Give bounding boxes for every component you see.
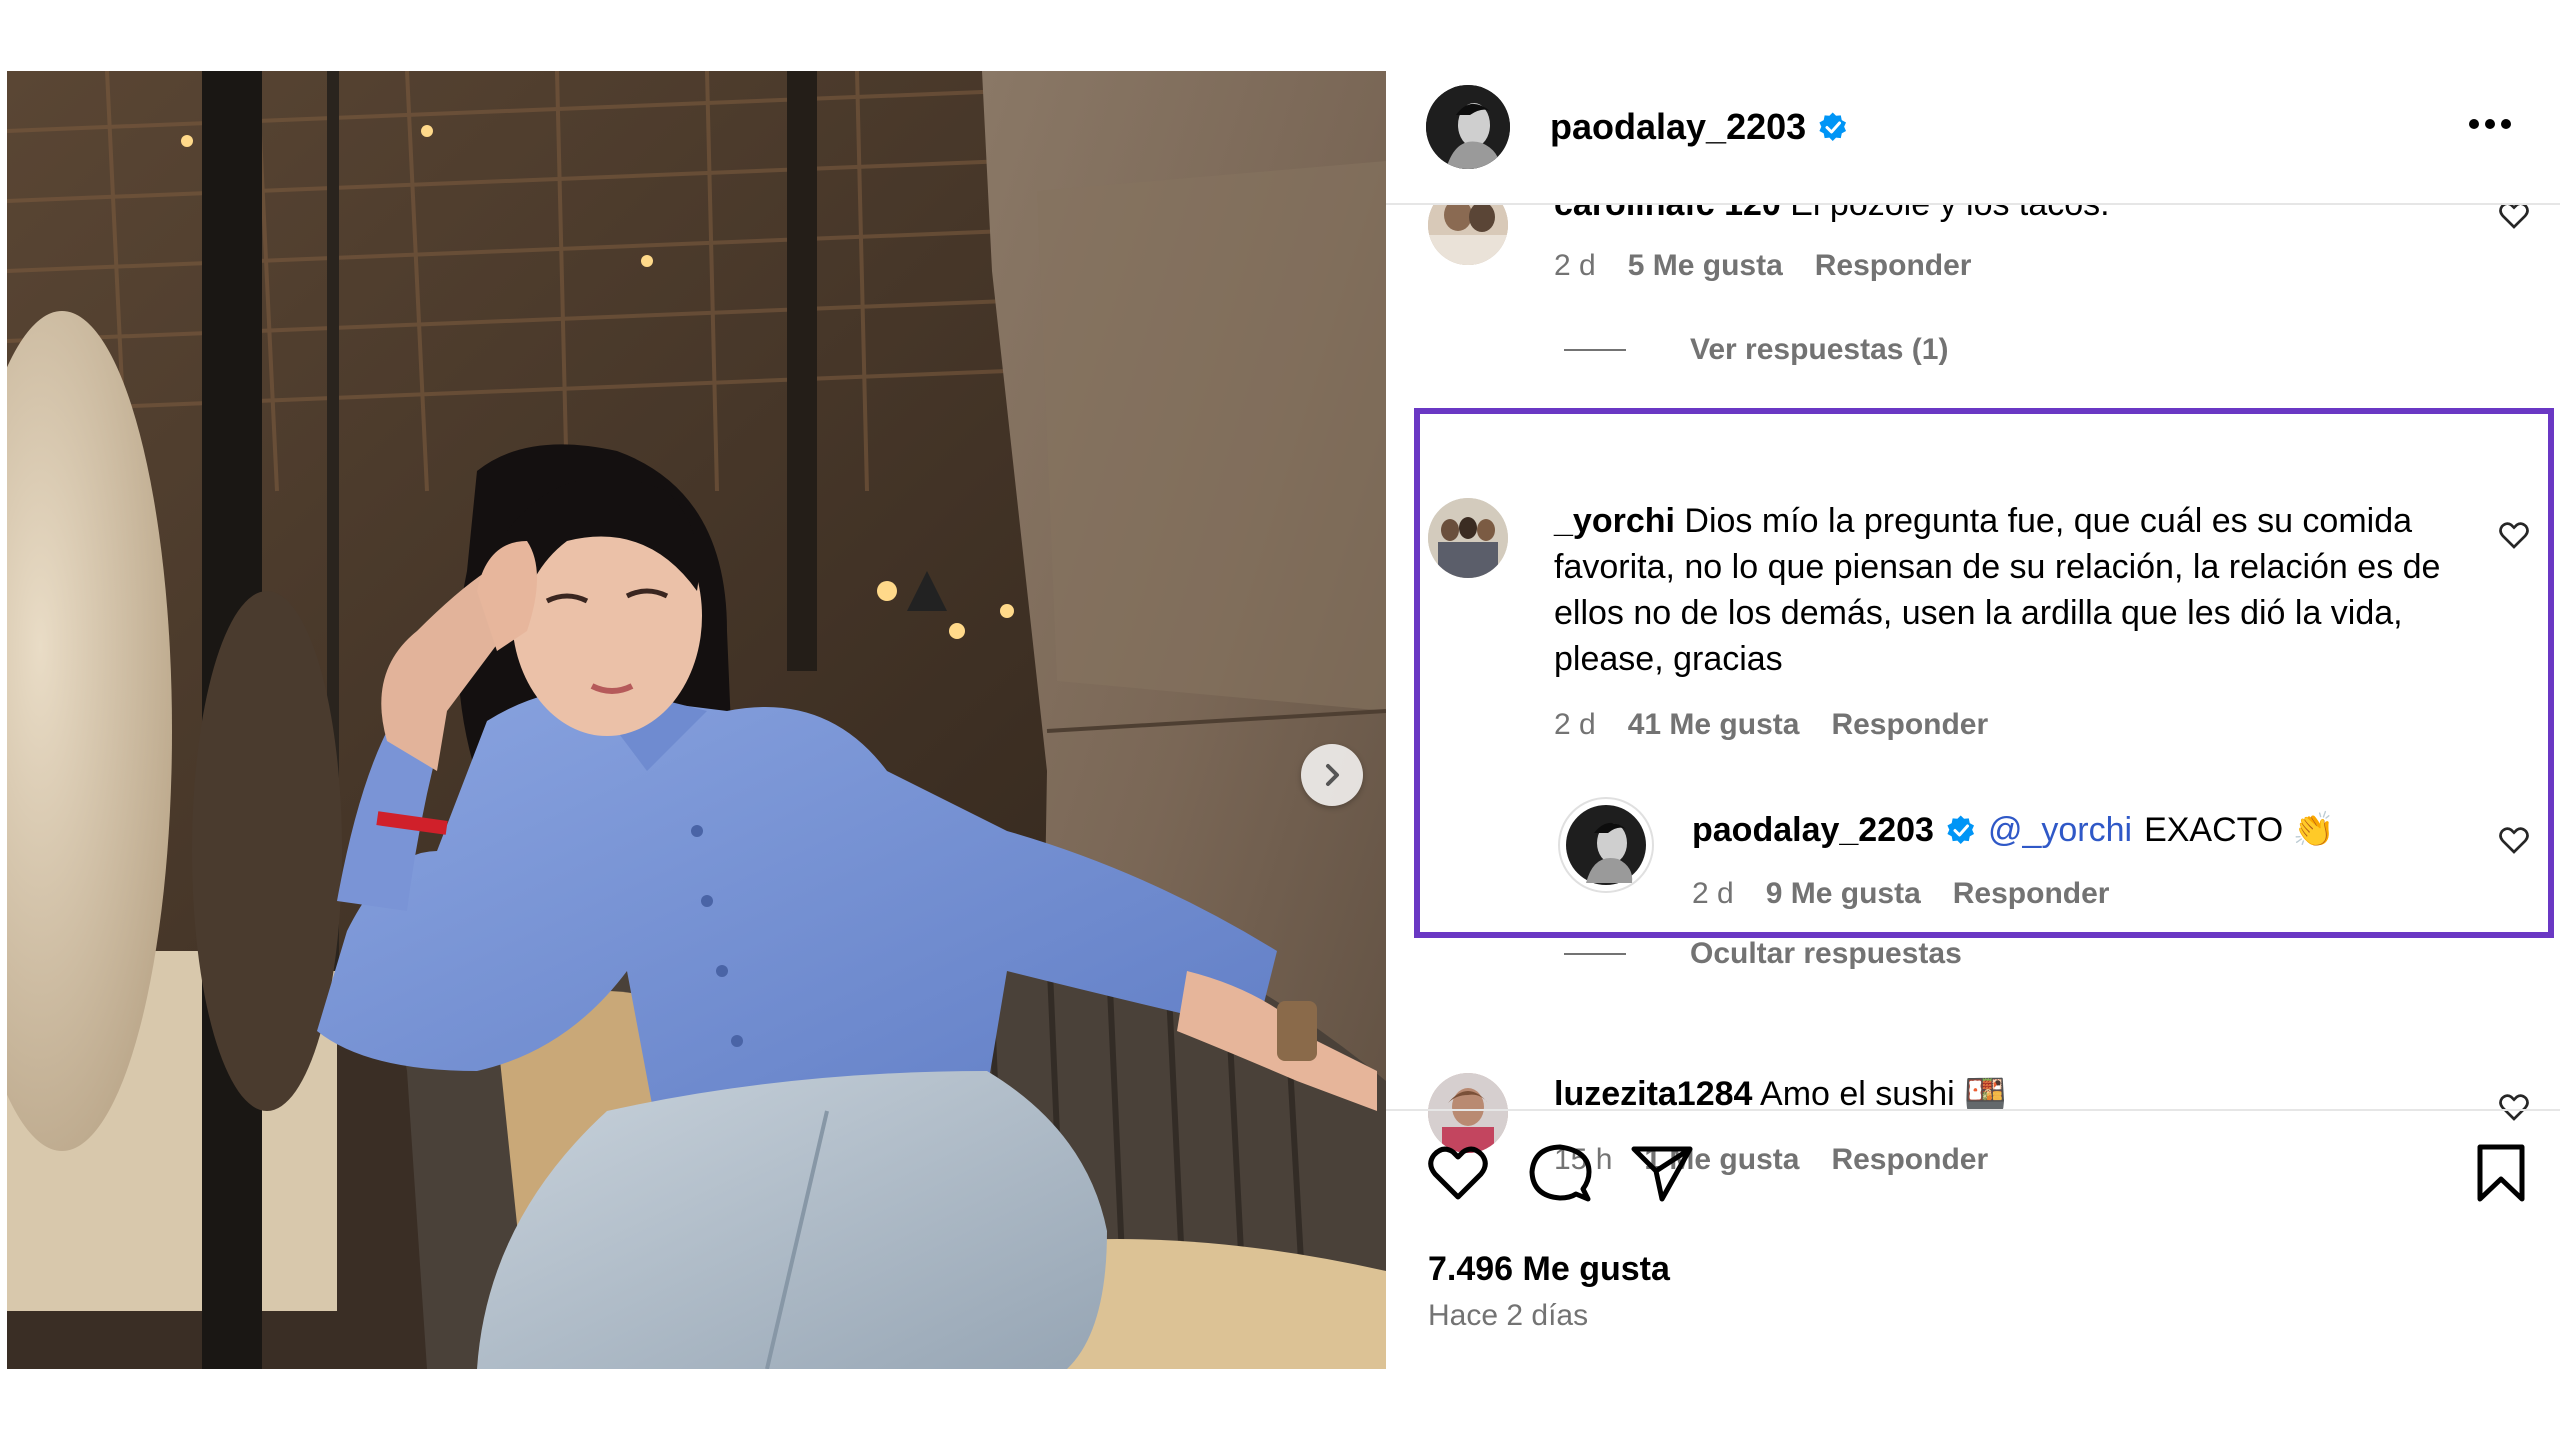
comment-username[interactable]: carolinafc 120 [1554,205,1781,223]
paper-plane-icon[interactable] [1630,1143,1694,1203]
author-avatar[interactable] [1426,85,1510,169]
comment-reply-button[interactable]: Responder [1815,249,1972,283]
commenter-avatar[interactable] [1428,205,1508,265]
post-image [7,71,1386,1369]
reply-mention-link[interactable]: @_yorchi [1988,807,2132,853]
reply-author-avatar-image [1566,805,1646,885]
commenter-avatar-image [1428,1073,1508,1153]
hide-replies-label: Ocultar respuestas [1690,937,1962,970]
actions-divider [1386,1109,2560,1111]
comments-list[interactable]: carolinafc 120 El pozole y los tacos. 2 … [1386,205,2560,1177]
comment-username[interactable]: luzezita1284 [1554,1075,1752,1113]
comment-time: 2 d [1554,249,1596,282]
comment-text: Amo el sushi 🍱 [1760,1075,2007,1113]
author-username[interactable]: paodalay_2203 [1550,106,1806,148]
reply-username[interactable]: paodalay_2203 [1692,807,1934,853]
post-sidebar: paodalay_2203 carolinafc 120 El pozole y… [1386,71,2560,1369]
view-replies-label: Ver respuestas (1) [1690,333,1949,366]
comment-username[interactable]: _yorchi [1554,502,1675,540]
post-likes-count[interactable]: 7.496 Me gusta [1428,1250,1670,1289]
comment-likes[interactable]: 41 Me gusta [1628,708,1800,742]
verified-badge-icon [1819,112,1847,141]
comment-reply-button[interactable]: Responder [1831,708,1988,742]
reply-reply-button[interactable]: Responder [1953,877,2110,911]
more-options-icon[interactable] [2468,116,2512,132]
commenter-avatar-image [1428,498,1508,578]
post-timestamp: Hace 2 días [1428,1299,1589,1332]
verified-badge-icon [1947,815,1974,844]
author-avatar-image [1426,85,1510,169]
comment-time: 2 d [1554,708,1596,741]
reply-text: EXACTO 👏 [2144,811,2336,849]
post-photo[interactable] [7,71,1386,1369]
reply-author-avatar[interactable] [1558,797,1654,893]
comment-text: El pozole y los tacos. [1790,205,2109,223]
hide-replies-button[interactable]: Ocultar respuestas [1564,937,1962,971]
commenter-avatar[interactable] [1428,1073,1508,1153]
comment-text: Dios mío la pregunta fue, que cuál es su… [1554,502,2441,678]
reply-likes[interactable]: 9 Me gusta [1766,877,1921,911]
view-replies-button[interactable]: Ver respuestas (1) [1564,333,1948,367]
comment-like-icon[interactable] [2498,1091,2530,1123]
bookmark-icon[interactable] [2474,1143,2528,1203]
heart-icon[interactable] [1426,1143,1490,1203]
commenter-avatar-image [1428,205,1508,265]
comment-likes[interactable]: 5 Me gusta [1628,249,1783,283]
comment-bubble-icon[interactable] [1528,1141,1592,1205]
commenter-avatar[interactable] [1428,498,1508,578]
next-photo-button[interactable] [1301,744,1363,806]
comment-reply-button[interactable]: Responder [1831,1143,1988,1177]
reply-time: 2 d [1692,877,1734,910]
comment-like-icon[interactable] [2498,519,2530,551]
reply-like-icon[interactable] [2498,824,2530,856]
comment-like-icon[interactable] [2498,205,2530,231]
chevron-right-icon [1326,764,1339,786]
